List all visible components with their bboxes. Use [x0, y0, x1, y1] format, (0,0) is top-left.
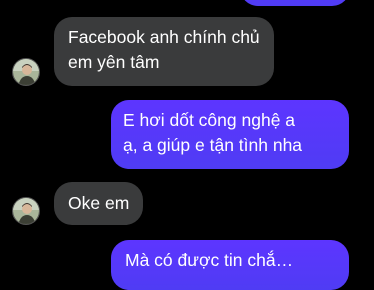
message-text-line: ạ, a giúp e tận tình nha	[123, 135, 303, 155]
contact-avatar-icon[interactable]	[12, 58, 40, 86]
incoming-message-bubble[interactable]: Facebook anh chính chủ em yên tâm	[54, 17, 274, 86]
outgoing-message-bubble[interactable]: Mà có được tin chắ…	[111, 240, 349, 290]
message-text: Oke em	[68, 193, 130, 213]
outgoing-message-bubble[interactable]: E hơi dốt công nghệ a ạ, a giúp e tận tì…	[111, 100, 349, 169]
message-text-line: Facebook anh chính chủ	[68, 27, 260, 47]
message-text-line: E hơi dốt công nghệ a	[123, 110, 296, 130]
message-text: Mà có được tin chắ…	[125, 250, 294, 270]
contact-avatar-icon[interactable]	[12, 197, 40, 225]
message-text-line: em yên tâm	[68, 52, 160, 72]
outgoing-message-bubble[interactable]	[240, 0, 350, 6]
incoming-message-bubble[interactable]: Oke em	[54, 182, 144, 225]
chat-thread: Facebook anh chính chủ em yên tâm E hơi …	[0, 0, 374, 290]
